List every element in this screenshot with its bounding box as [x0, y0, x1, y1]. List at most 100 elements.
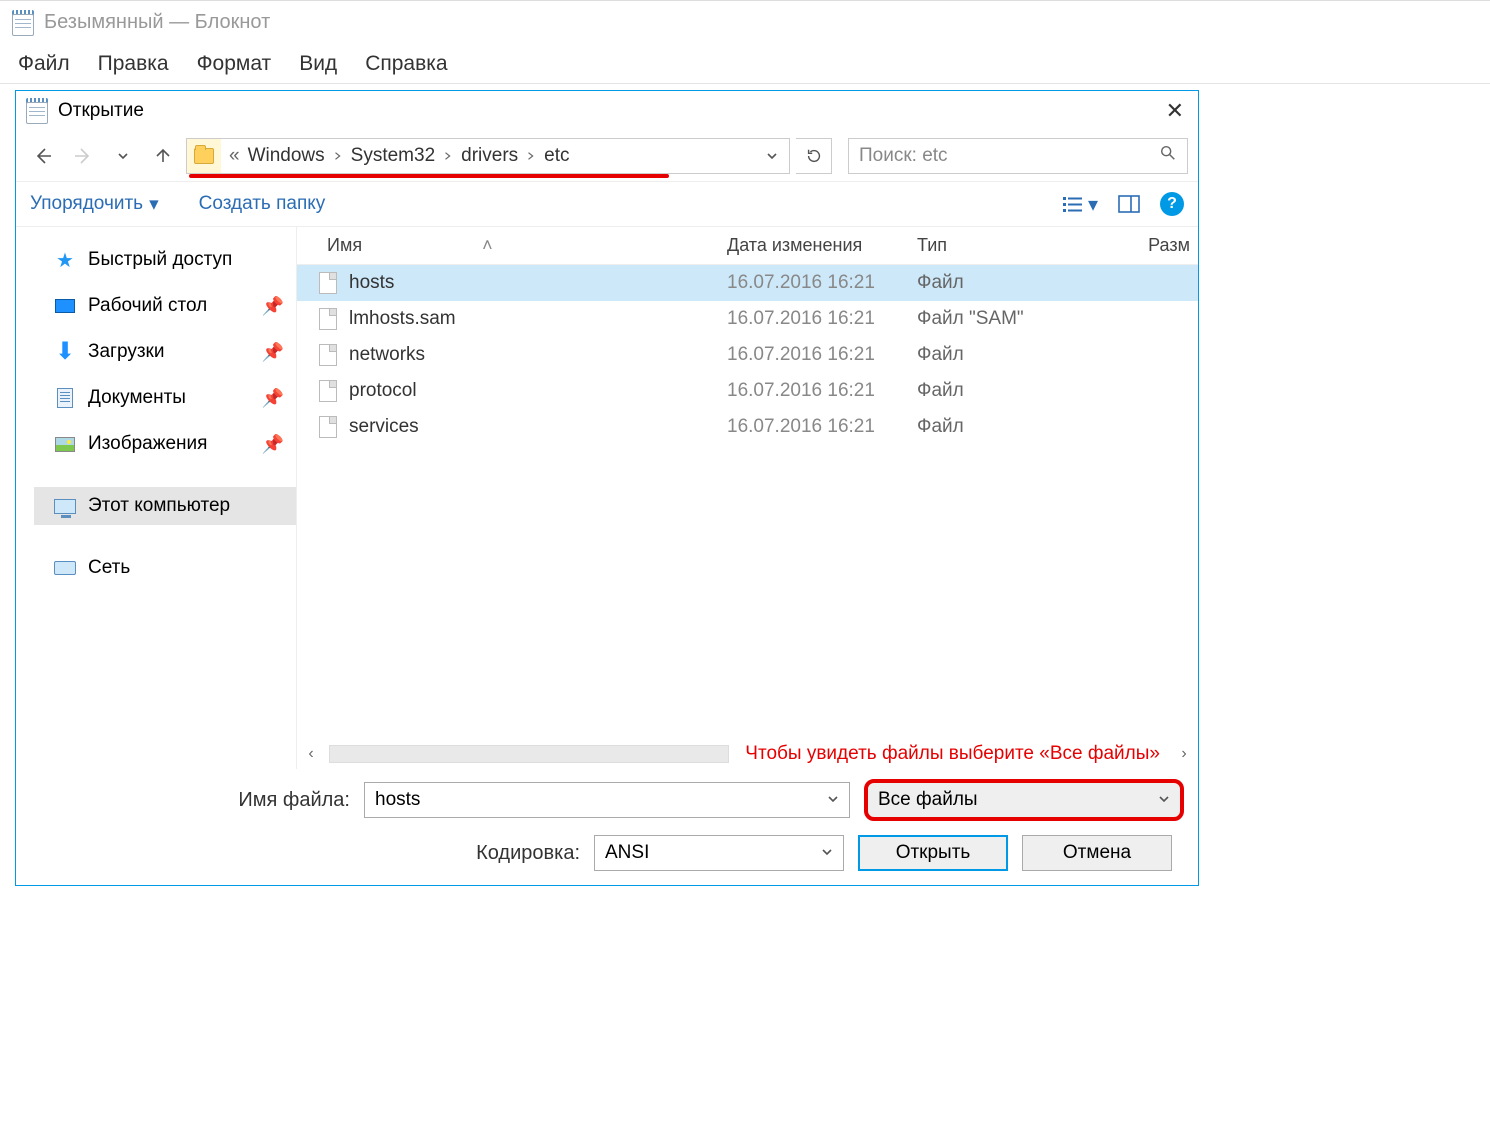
pin-icon: 📌 [262, 296, 296, 317]
chevron-down-icon [1158, 789, 1170, 811]
file-type: Файл [917, 272, 1097, 294]
sidebar-item-pictures[interactable]: Изображения 📌 [34, 425, 296, 463]
close-icon[interactable]: ✕ [1166, 98, 1184, 124]
crumb-windows[interactable]: Windows [240, 145, 333, 167]
dialog-title: Открытие [58, 100, 144, 122]
horizontal-scrollbar[interactable]: ‹ Чтобы увидеть файлы выберите «Все файл… [297, 739, 1198, 769]
file-icon [319, 308, 337, 330]
file-type: Файл [917, 380, 1097, 402]
file-date: 16.07.2016 16:21 [727, 344, 917, 366]
file-row[interactable]: protocol 16.07.2016 16:21Файл [297, 373, 1198, 409]
crumb-drivers[interactable]: drivers [453, 145, 526, 167]
refresh-button[interactable] [796, 138, 832, 174]
notepad-menubar: Файл Правка Формат Вид Справка [0, 44, 1490, 84]
menu-view[interactable]: Вид [299, 52, 337, 76]
sidebar-item-network[interactable]: Сеть [34, 549, 296, 587]
folder-icon [187, 139, 221, 173]
up-button[interactable] [146, 139, 180, 173]
help-icon[interactable]: ? [1160, 192, 1184, 216]
file-name: services [349, 416, 419, 438]
chevron-right-icon[interactable] [443, 151, 453, 161]
breadcrumb-overflow[interactable]: « [221, 145, 240, 167]
annotation-underline [189, 174, 669, 178]
scroll-right-icon[interactable]: › [1174, 744, 1194, 764]
column-name[interactable]: Имя ˄ [297, 235, 727, 256]
list-header: Имя ˄ Дата изменения Тип Разм [297, 227, 1198, 265]
sidebar-item-this-pc[interactable]: Этот компьютер [34, 487, 296, 525]
open-button[interactable]: Открыть [858, 835, 1008, 871]
organize-label: Упорядочить [30, 193, 143, 215]
sidebar-item-downloads[interactable]: ⬇ Загрузки 📌 [34, 333, 296, 371]
menu-format[interactable]: Формат [197, 52, 272, 76]
sidebar-item-label: Изображения [88, 433, 207, 455]
menu-edit[interactable]: Правка [98, 52, 169, 76]
file-row[interactable]: networks16.07.2016 16:21Файл [297, 337, 1198, 373]
bottom-panel: Имя файла: hosts Все файлы Кодировка: AN… [16, 769, 1198, 885]
breadcrumb-bar[interactable]: « Windows System32 drivers etc [186, 138, 790, 174]
chevron-down-icon: ▾ [149, 193, 159, 216]
download-icon: ⬇ [54, 341, 76, 363]
menu-help[interactable]: Справка [365, 52, 447, 76]
preview-pane-button[interactable] [1118, 195, 1140, 213]
filename-value: hosts [375, 789, 420, 811]
picture-icon [54, 433, 76, 455]
chevron-right-icon[interactable] [333, 151, 343, 161]
network-icon [54, 557, 76, 579]
crumb-system32[interactable]: System32 [343, 145, 443, 167]
sidebar-item-quick-access[interactable]: ★ Быстрый доступ [34, 241, 296, 279]
open-file-dialog: Открытие ✕ « Windows System32 drivers [15, 90, 1199, 886]
view-options-button[interactable]: ▾ [1062, 192, 1098, 217]
cancel-button[interactable]: Отмена [1022, 835, 1172, 871]
sidebar-item-documents[interactable]: Документы 📌 [34, 379, 296, 417]
breadcrumb: « Windows System32 drivers etc [221, 139, 578, 173]
sidebar-item-label: Документы [88, 387, 186, 409]
forward-button[interactable] [66, 139, 100, 173]
encoding-label: Кодировка: [30, 842, 580, 865]
filetype-select[interactable]: Все файлы [864, 779, 1184, 821]
recent-dropdown-icon[interactable] [106, 139, 140, 173]
filetype-value: Все файлы [878, 789, 978, 811]
file-icon [319, 344, 337, 366]
pin-icon: 📌 [262, 434, 296, 455]
new-folder-button[interactable]: Создать папку [199, 193, 326, 215]
file-row[interactable]: hosts16.07.2016 16:21Файл [297, 265, 1198, 301]
scroll-left-icon[interactable]: ‹ [301, 744, 321, 764]
file-name: lmhosts.sam [349, 308, 456, 330]
filename-input[interactable]: hosts [364, 782, 850, 818]
encoding-select[interactable]: ANSI [594, 835, 844, 871]
file-row[interactable]: lmhosts.sam16.07.2016 16:21Файл "SAM" [297, 301, 1198, 337]
organize-button[interactable]: Упорядочить ▾ [30, 193, 159, 216]
notepad-icon [12, 10, 34, 36]
path-dropdown-icon[interactable] [755, 150, 789, 162]
column-size[interactable]: Разм [1097, 235, 1198, 256]
file-date: 16.07.2016 16:21 [727, 416, 917, 438]
notepad-title: Безымянный — Блокнот [44, 11, 270, 34]
sidebar-item-desktop[interactable]: Рабочий стол 📌 [34, 287, 296, 325]
file-row[interactable]: services 16.07.2016 16:21Файл [297, 409, 1198, 445]
scroll-track[interactable] [329, 745, 729, 763]
column-type[interactable]: Тип [917, 235, 1097, 256]
file-date: 16.07.2016 16:21 [727, 380, 917, 402]
search-placeholder: Поиск: etc [859, 145, 948, 167]
file-icon [319, 272, 337, 294]
sidebar-item-label: Загрузки [88, 341, 164, 363]
document-icon [54, 387, 76, 409]
menu-file[interactable]: Файл [18, 52, 70, 76]
pin-icon: 📌 [262, 342, 296, 363]
monitor-icon [54, 495, 76, 517]
chevron-right-icon[interactable] [526, 151, 536, 161]
column-date[interactable]: Дата изменения [727, 235, 917, 256]
file-date: 16.07.2016 16:21 [727, 272, 917, 294]
crumb-etc[interactable]: etc [536, 145, 577, 167]
file-name: protocol [349, 380, 417, 402]
dialog-icon [26, 98, 48, 124]
filename-label: Имя файла: [30, 789, 350, 812]
sidebar: ★ Быстрый доступ Рабочий стол 📌 ⬇ Загруз… [16, 227, 296, 769]
sidebar-item-label: Быстрый доступ [88, 249, 232, 271]
back-button[interactable] [26, 139, 60, 173]
search-input[interactable]: Поиск: etc [848, 138, 1188, 174]
chevron-down-icon [821, 842, 833, 864]
file-type: Файл [917, 416, 1097, 438]
sidebar-item-label: Рабочий стол [88, 295, 207, 317]
file-name: networks [349, 344, 425, 366]
